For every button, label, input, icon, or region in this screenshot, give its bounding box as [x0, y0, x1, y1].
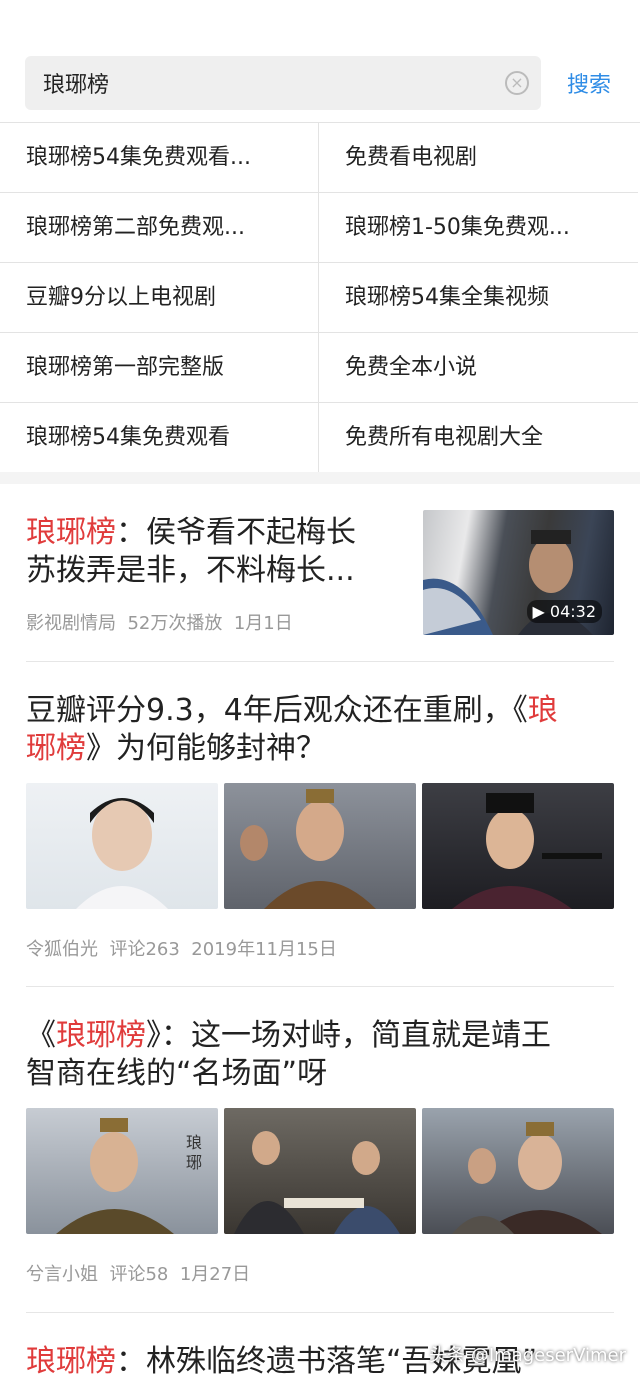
article-title[interactable]: 《琅琊榜》：这一场对峙，简直就是靖王 智商在线的“名场面”呀 [26, 1017, 616, 1093]
article-meta: 兮言小姐 评论58 1月27日 [26, 1260, 250, 1286]
article-title[interactable]: 琅琊榜：侯爷看不起梅长 苏拨弄是非，不料梅长... [26, 514, 406, 590]
article-card[interactable]: 琅琊榜：侯爷看不起梅长 苏拨弄是非，不料梅长... 影视剧情局 52万次播放 1… [0, 484, 640, 661]
play-count: 52万次播放 [127, 613, 223, 634]
article-date: 2019年11月15日 [191, 939, 337, 960]
article-image [26, 783, 218, 909]
article-image: 琅 琊 [26, 1108, 218, 1234]
svg-text:琊: 琊 [186, 1153, 202, 1172]
title-text: 》为何能够封神？ [86, 731, 326, 766]
title-text: 智商在线的“名场面”呀 [26, 1056, 328, 1091]
keyword-highlight: 琅 [527, 693, 558, 728]
thumbnail-art [452, 1122, 602, 1234]
keyword-highlight: 琅琊榜 [26, 515, 116, 550]
video-thumbnail[interactable]: ▶ 04:32 [423, 510, 614, 635]
title-text: ：侯爷看不起梅长 [116, 515, 356, 550]
article-image [224, 783, 416, 909]
suggestion-item[interactable]: 免费全本小说 [318, 333, 638, 403]
keyword-highlight: 琅琊榜 [26, 1344, 116, 1379]
search-button[interactable]: 搜索 [567, 67, 611, 99]
article-source: 影视剧情局 [26, 613, 116, 634]
svg-text:琅: 琅 [186, 1133, 202, 1152]
thumbnail-art [234, 1131, 400, 1234]
section-separator [0, 472, 640, 484]
watermark: 头条 @ImageserVimer [429, 1345, 626, 1366]
search-bar: × 搜索 [0, 0, 640, 122]
article-date: 1月1日 [233, 613, 293, 634]
suggestion-item[interactable]: 琅琊榜54集全集视频 [318, 263, 638, 333]
article-card[interactable]: 《琅琊榜》：这一场对峙，简直就是靖王 智商在线的“名场面”呀 琅 琊 兮言小姐 … [0, 987, 640, 1312]
suggestion-item[interactable]: 豆瓣9分以上电视剧 [0, 263, 320, 333]
suggestion-item[interactable]: 琅琊榜1-50集免费观... [318, 193, 638, 263]
article-image [224, 1108, 416, 1234]
thumbnail-art: 琅 琊 [56, 1118, 202, 1234]
thumbnail-art [240, 789, 376, 909]
keyword-highlight: 琊榜 [26, 731, 86, 766]
article-date: 1月27日 [179, 1264, 251, 1285]
suggestion-item[interactable]: 琅琊榜第二部免费观... [0, 193, 320, 263]
keyword-highlight: 琅琊榜 [56, 1018, 146, 1053]
article-title[interactable]: 豆瓣评分9.3，4年后观众还在重刷，《琅 琊榜》为何能够封神？ [26, 692, 616, 768]
article-meta: 令狐伯光 评论263 2019年11月15日 [26, 935, 337, 961]
search-input[interactable] [43, 68, 483, 98]
suggestion-item[interactable]: 琅琊榜54集免费观看... [0, 123, 320, 193]
search-box[interactable]: × [25, 56, 541, 110]
thumbnail-art [452, 793, 602, 909]
comment-count: 评论58 [109, 1264, 169, 1285]
title-text: 》：这一场对峙，简直就是靖王 [146, 1018, 551, 1053]
clear-icon[interactable]: × [505, 71, 529, 95]
comment-count: 评论263 [109, 939, 180, 960]
suggestion-item[interactable]: 琅琊榜54集免费观看 [0, 403, 320, 473]
article-image [422, 1108, 614, 1234]
article-image [422, 783, 614, 909]
title-text: 苏拨弄是非，不料梅长... [26, 553, 355, 588]
video-duration: ▶ 04:32 [526, 600, 602, 623]
article-meta: 影视剧情局 52万次播放 1月1日 [26, 609, 293, 635]
title-text: 豆瓣评分9.3，4年后观众还在重刷，《 [26, 693, 528, 728]
suggestion-grid: 琅琊榜54集免费观看... 免费看电视剧 琅琊榜第二部免费观... 琅琊榜1-5… [0, 122, 640, 473]
article-source: 兮言小姐 [26, 1264, 98, 1285]
article-card[interactable]: 豆瓣评分9.3，4年后观众还在重刷，《琅 琊榜》为何能够封神？ 令狐伯光 评论2… [0, 662, 640, 986]
suggestion-item[interactable]: 免费看电视剧 [318, 123, 638, 193]
article-source: 令狐伯光 [26, 939, 98, 960]
suggestion-item[interactable]: 琅琊榜第一部完整版 [0, 333, 320, 403]
thumbnail-art [76, 798, 168, 909]
title-text: 《 [26, 1018, 56, 1053]
suggestion-item[interactable]: 免费所有电视剧大全 [318, 403, 638, 473]
